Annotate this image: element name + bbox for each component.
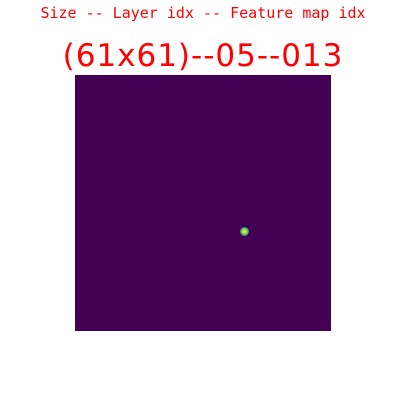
figure-canvas: Size -- Layer idx -- Feature map idx (61… — [0, 0, 406, 406]
legend-caption: Size -- Layer idx -- Feature map idx — [40, 4, 366, 22]
feature-map-title: (61x61)--05--013 — [62, 38, 344, 74]
feature-map-image — [75, 75, 331, 331]
activation-hotspot — [240, 227, 249, 236]
